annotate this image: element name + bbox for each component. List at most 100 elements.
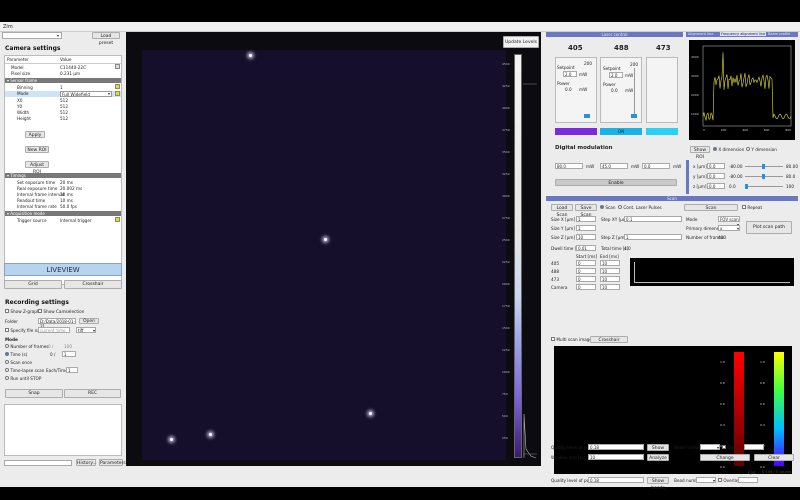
show-beads-button[interactable]: Show beads bbox=[647, 477, 669, 491]
x-dimension-radio[interactable]: X dimension bbox=[713, 147, 744, 152]
preset-select[interactable]: ▾ bbox=[2, 32, 62, 39]
x-input[interactable]: 0.0 bbox=[707, 163, 725, 169]
quality-input[interactable]: 0.18 bbox=[588, 444, 644, 450]
y-slider[interactable] bbox=[745, 174, 783, 179]
overlay-select[interactable] bbox=[744, 444, 764, 450]
liveview-button[interactable]: LIVEVIEW bbox=[4, 263, 122, 276]
size-z-input[interactable]: 10 bbox=[576, 234, 596, 240]
pulse-end-input[interactable]: 10 bbox=[600, 268, 620, 274]
dm-input-488[interactable]: 45.0 bbox=[600, 163, 628, 169]
reset-icon[interactable] bbox=[115, 217, 120, 222]
overlay-checkbox[interactable]: Overlay bbox=[718, 478, 740, 483]
rec-button[interactable]: REC bbox=[64, 389, 121, 398]
group-timings[interactable]: ▾ Timings bbox=[5, 173, 121, 178]
crosshair-button[interactable]: Crosshair bbox=[64, 280, 122, 289]
folder-input[interactable]: D:/Data/2018-01-31 bbox=[38, 318, 76, 329]
group-acquisition-mode[interactable]: ▾ Acquisition mode bbox=[5, 211, 121, 216]
command-input[interactable] bbox=[4, 460, 72, 466]
cont-laser-radio[interactable]: Cont. Laser Pulses bbox=[618, 205, 662, 210]
filename-input[interactable]: current_time bbox=[38, 327, 70, 333]
pulse-end-input[interactable]: 10 bbox=[600, 276, 620, 282]
y-input[interactable]: 0.0 bbox=[707, 173, 725, 179]
load-preset-button[interactable]: Load preset bbox=[92, 32, 120, 46]
laser-473-toggle[interactable] bbox=[646, 128, 678, 135]
camera-image[interactable] bbox=[142, 50, 506, 460]
bead-number-select[interactable]: ▾ bbox=[696, 477, 716, 483]
apply-button[interactable]: Apply bbox=[25, 131, 45, 138]
open-folder-button[interactable]: Open bbox=[79, 318, 99, 324]
x-slider[interactable] bbox=[745, 164, 783, 169]
analyze-button[interactable]: Analyze bbox=[647, 454, 669, 461]
history-button[interactable]: History... bbox=[76, 459, 97, 466]
step-xy-input[interactable]: 0.1 bbox=[624, 216, 682, 222]
laser-488-slider[interactable] bbox=[631, 114, 637, 118]
tab-beam-profile[interactable]: Beam profile bbox=[768, 32, 790, 36]
overlay-select[interactable] bbox=[738, 477, 758, 483]
mode-time[interactable]: Time (s) bbox=[5, 352, 27, 357]
z-input[interactable]: 0.0 bbox=[707, 183, 725, 189]
laser-405-toggle[interactable] bbox=[555, 128, 597, 135]
pulse-end-input[interactable]: 10 bbox=[600, 284, 620, 290]
group-sensor-frame[interactable]: ▾ Sensor frame bbox=[5, 78, 121, 83]
show-beads-button[interactable]: Show beads bbox=[647, 444, 669, 458]
level-histogram[interactable] bbox=[523, 54, 537, 458]
update-levels-button[interactable]: Update Levels bbox=[503, 36, 539, 48]
beam-plot[interactable]: 4000 3000 2000 1000 0 200 400 600 800 bbox=[689, 40, 795, 140]
clear-button[interactable]: Clear bbox=[754, 454, 794, 461]
show-cam-checkbox[interactable]: Show Camselection bbox=[38, 309, 84, 314]
laser-488-toggle[interactable]: ON bbox=[600, 128, 642, 135]
histogram-bar[interactable] bbox=[514, 54, 522, 458]
bead-number-select[interactable]: ▾ bbox=[700, 444, 720, 450]
mode-number-of-frames[interactable]: Number of frames bbox=[5, 344, 48, 349]
camera-parameter-tree[interactable]: Parameter Value Model C11440-22C Pixel s… bbox=[4, 55, 122, 285]
dwell-input[interactable]: 0.01 bbox=[576, 245, 596, 251]
time-input[interactable]: 1 bbox=[62, 351, 76, 357]
overlay-checkbox[interactable]: Overlay bbox=[722, 445, 744, 450]
pulse-start-input[interactable]: 0 bbox=[576, 284, 596, 290]
size-x-input[interactable]: 1 bbox=[576, 216, 596, 222]
each-time-input[interactable]: 1 bbox=[66, 367, 78, 373]
format-select[interactable]: tiff ▾ bbox=[76, 327, 96, 333]
load-scan-button[interactable]: Load Scan bbox=[551, 204, 573, 218]
reset-icon[interactable] bbox=[115, 91, 120, 96]
snap-button[interactable]: Snap bbox=[5, 389, 63, 398]
reset-icon[interactable] bbox=[115, 64, 120, 69]
scan-radio[interactable]: Scan bbox=[600, 205, 616, 210]
dm-input-473[interactable]: 0.0 bbox=[642, 163, 670, 169]
scan-mode-select[interactable]: FOV scan▾ bbox=[718, 216, 740, 227]
adjust-roi-button[interactable]: Adjust ROI bbox=[25, 161, 49, 175]
mode-time-lapse[interactable]: Time-lapse scan bbox=[5, 368, 44, 373]
reset-icon[interactable] bbox=[115, 84, 120, 89]
setpoint-input[interactable]: 2.0 bbox=[563, 71, 577, 77]
multi-scan-checkbox[interactable]: Multi scan image bbox=[551, 337, 592, 342]
new-roi-button[interactable]: New ROI bbox=[25, 146, 49, 153]
dm-input-405[interactable]: 80.0 bbox=[555, 163, 583, 169]
pulse-start-input[interactable]: 0 bbox=[576, 276, 596, 282]
scan-crosshair-button[interactable]: Crosshair bbox=[590, 336, 628, 343]
setpoint-input[interactable]: 2.0 bbox=[609, 72, 623, 78]
z-slider[interactable] bbox=[745, 184, 783, 189]
change-button[interactable]: Change bbox=[700, 454, 750, 461]
save-scan-button[interactable]: Save Scan bbox=[575, 204, 597, 218]
grid-button[interactable]: Grid bbox=[4, 280, 62, 289]
mode-run-until-stop[interactable]: Run until STOP bbox=[5, 376, 41, 381]
pulse-start-input[interactable]: 0 bbox=[576, 260, 596, 266]
window-size-input[interactable]: 10 bbox=[588, 454, 644, 460]
primary-dimension-select[interactable]: x ▾ bbox=[718, 225, 740, 231]
mode-select[interactable]: Full Widefield ▾ bbox=[60, 91, 112, 97]
plot-scan-path-button[interactable]: Plot scan path bbox=[746, 221, 792, 234]
show-roi-button[interactable]: Show ROI bbox=[690, 146, 710, 160]
enable-button[interactable]: Enable bbox=[555, 179, 677, 186]
repeat-checkbox[interactable]: Repeat bbox=[742, 205, 762, 210]
scan-button[interactable]: Scan bbox=[684, 204, 738, 211]
pulse-plot[interactable] bbox=[630, 258, 794, 286]
parameters-button[interactable]: Parameters... bbox=[99, 459, 130, 466]
laser-405-slider[interactable] bbox=[584, 114, 590, 118]
quality-input[interactable]: 0.18 bbox=[588, 477, 644, 483]
tab-alignment-line[interactable]: Alignment line bbox=[688, 32, 713, 36]
y-dimension-radio[interactable]: Y dimension bbox=[746, 147, 777, 152]
pulse-end-input[interactable]: 10 bbox=[600, 260, 620, 266]
tab-frequency-alignment[interactable]: Frequency alignment line bbox=[720, 32, 767, 36]
image-viewer[interactable]: Update Levels 4500 4250 4000 3750 3500 3250 30… bbox=[126, 32, 541, 466]
pulse-start-input[interactable]: 0 bbox=[576, 268, 596, 274]
